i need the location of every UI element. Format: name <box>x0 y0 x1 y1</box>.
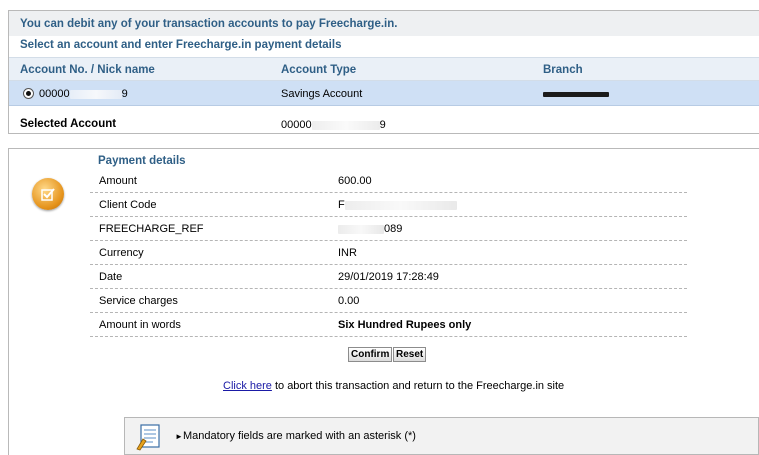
masked-branch <box>543 91 609 97</box>
payment-label: Client Code <box>99 199 157 211</box>
masked-ref <box>338 224 384 234</box>
account-row[interactable]: 00000 9 Savings Account <box>9 81 759 106</box>
header-branch: Branch <box>543 64 583 76</box>
payment-row-date: Date 29/01/2019 17:28:49 <box>90 266 687 289</box>
select-account-instruction: Select an account and enter Freecharge.i… <box>20 39 342 51</box>
radio-selected-icon[interactable] <box>23 88 34 99</box>
header-account-type: Account Type <box>281 64 357 76</box>
payment-label: Date <box>99 271 123 283</box>
note-text: Mandatory fields are marked with an aste… <box>183 430 416 442</box>
account-type: Savings Account <box>281 88 363 100</box>
payment-row-freecharge-ref: FREECHARGE_REF 089 <box>90 218 687 241</box>
confirm-button[interactable]: Confirm <box>348 347 393 362</box>
abort-text: to abort this transaction and return to … <box>271 380 565 392</box>
payment-label: Currency <box>99 247 144 259</box>
payment-row-client-code: Client Code F <box>90 194 687 217</box>
info-banner: You can debit any of your transaction ac… <box>9 11 759 36</box>
accounts-table-header: Account No. / Nick name Account Type Bra… <box>9 57 759 81</box>
abort-link[interactable]: Click here <box>223 380 272 392</box>
header-account-no: Account No. / Nick name <box>20 64 155 76</box>
payment-row-amount-in-words: Amount in words Six Hundred Rupees only <box>90 314 687 337</box>
masked-client-code <box>344 200 457 210</box>
mandatory-fields-note: ► Mandatory fields are marked with an as… <box>124 417 759 455</box>
masked-selected-digits <box>311 120 380 130</box>
selected-account-value: 00000 9 <box>281 119 386 131</box>
payment-value: 29/01/2019 17:28:49 <box>338 271 439 283</box>
payment-value: 089 <box>338 223 402 235</box>
account-selection-panel: You can debit any of your transaction ac… <box>8 10 759 134</box>
masked-account-digits <box>69 89 122 99</box>
payment-value: 0.00 <box>338 295 360 307</box>
payment-value: Six Hundred Rupees only <box>338 319 472 331</box>
payment-value: 600.00 <box>338 175 372 187</box>
payment-value: INR <box>338 247 357 259</box>
branch-masked <box>543 88 609 100</box>
payment-details-panel: Payment details Amount 600.00 Client Cod… <box>8 148 759 455</box>
payment-label: Service charges <box>99 295 178 307</box>
bullet-arrow-icon: ► <box>175 432 183 441</box>
account-number: 00000 9 <box>39 88 128 100</box>
payment-row-currency: Currency INR <box>90 242 687 265</box>
notepad-icon <box>135 423 163 454</box>
checkbox-badge-icon <box>32 178 64 210</box>
payment-value: F <box>338 199 457 211</box>
reset-button[interactable]: Reset <box>393 347 427 362</box>
abort-message: Click here to abort this transaction and… <box>223 380 564 392</box>
payment-label: Amount in words <box>99 319 181 331</box>
payment-label: FREECHARGE_REF <box>99 223 204 235</box>
payment-details-title: Payment details <box>98 155 186 167</box>
payment-label: Amount <box>99 175 137 187</box>
selected-account-label: Selected Account <box>20 118 117 130</box>
payment-row-amount: Amount 600.00 <box>90 170 687 193</box>
payment-row-service-charges: Service charges 0.00 <box>90 290 687 313</box>
banner-title: You can debit any of your transaction ac… <box>20 18 398 30</box>
